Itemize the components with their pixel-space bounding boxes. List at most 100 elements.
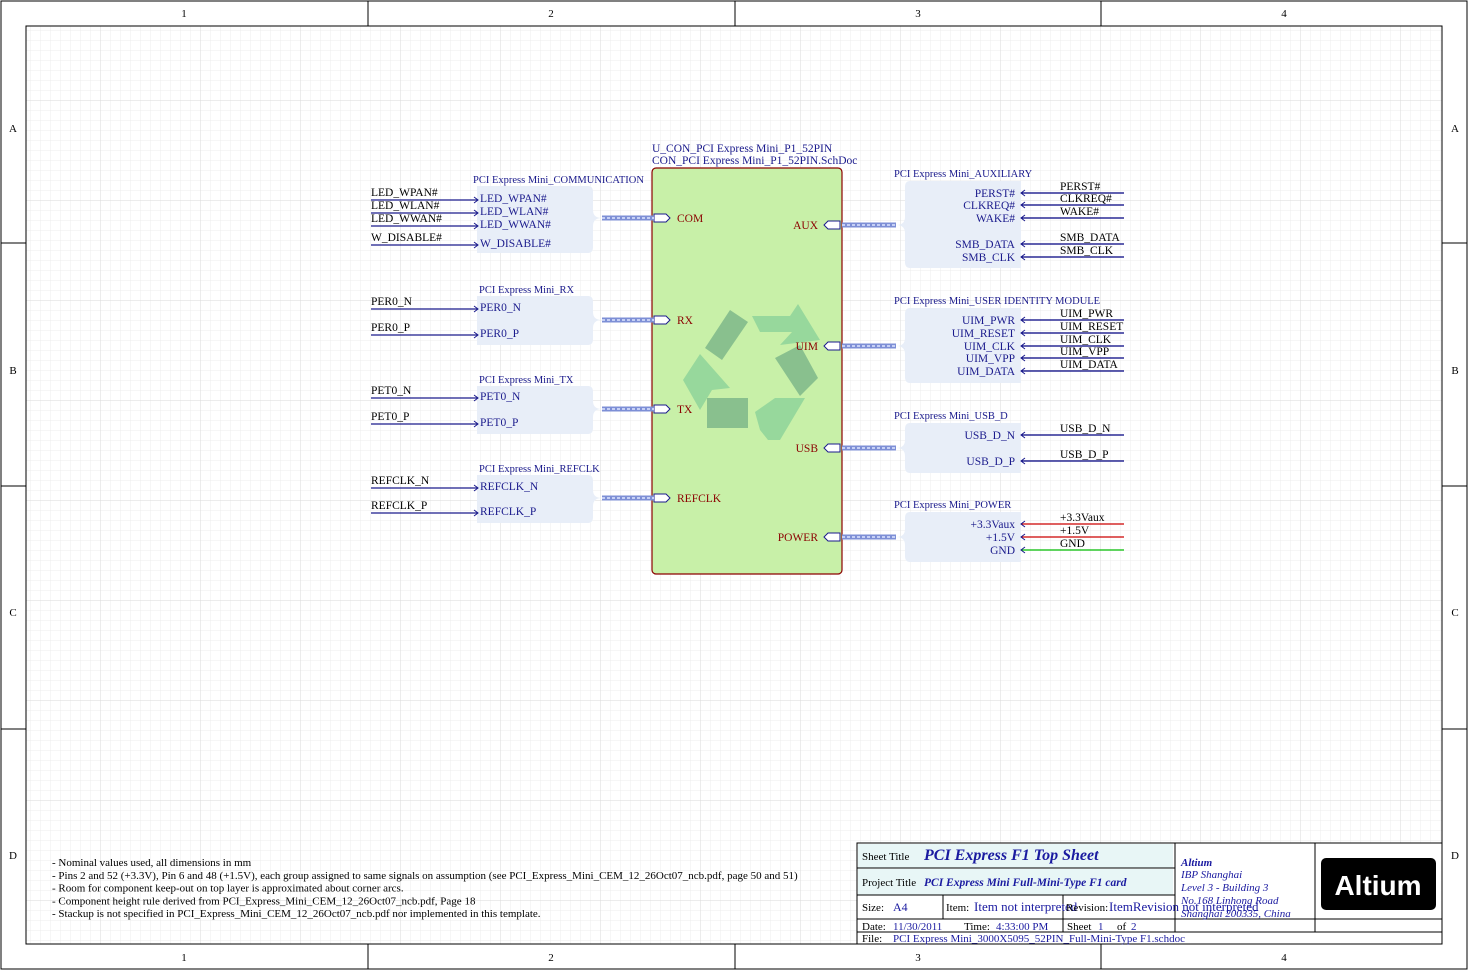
- harness-entry: GND: [990, 545, 1015, 557]
- date-value: 11/30/2011: [893, 921, 942, 933]
- net-label: +1.5V: [1060, 525, 1090, 537]
- design-note: - Component height rule derived from PCI…: [52, 895, 476, 907]
- harness-title: PCI Express Mini_POWER: [894, 500, 1011, 511]
- harness-entry: REFCLK_N: [480, 481, 539, 493]
- sheet-total: 2: [1131, 921, 1137, 933]
- harness-connector-right[interactable]: PCI Express Mini_POWER +3.3Vaux+1.5VGND: [894, 500, 1021, 562]
- row-label-left: D: [9, 850, 17, 862]
- sheet-entry-label: COM: [677, 213, 703, 225]
- sheet-title: PCI Express F1 Top Sheet: [923, 847, 1099, 864]
- harness-connector-right[interactable]: PCI Express Mini_AUXILIARY PERST#CLKREQ#W…: [894, 169, 1033, 268]
- address-line-1: IBP Shanghai: [1180, 869, 1242, 881]
- net-label: PER0_N: [371, 296, 413, 308]
- harness-title: PCI Express Mini_TX: [479, 375, 574, 386]
- project-title: PCI Express Mini Full-Mini-Type F1 card: [924, 877, 1127, 889]
- row-label-right: B: [1451, 365, 1458, 377]
- time-value: 4:33:00 PM: [996, 921, 1048, 933]
- harness-entry: UIM_CLK: [964, 341, 1016, 353]
- design-note: - Room for component keep-out on top lay…: [52, 883, 404, 895]
- harness-title: PCI Express Mini_REFCLK: [479, 464, 600, 475]
- harness-entry: SMB_CLK: [962, 252, 1016, 264]
- harness-connector-right[interactable]: PCI Express Mini_USB_D USB_D_N USB_D_P: [894, 411, 1021, 473]
- harness-title: PCI Express Mini_RX: [479, 285, 575, 296]
- harness-entry: PER0_P: [480, 328, 519, 340]
- net-label: LED_WPAN#: [371, 187, 438, 199]
- column-label-bottom: 1: [181, 952, 187, 964]
- size-label: Size:: [862, 902, 884, 914]
- harness-title: PCI Express Mini_COMMUNICATION: [473, 175, 644, 186]
- row-label-right: A: [1451, 123, 1459, 135]
- time-label: Time:: [964, 921, 990, 933]
- column-label-bottom: 3: [915, 952, 921, 964]
- net-label: USB_D_N: [1060, 423, 1111, 435]
- net-label: SMB_CLK: [1060, 245, 1114, 257]
- net-label: UIM_DATA: [1060, 359, 1119, 371]
- row-label-left: B: [9, 365, 16, 377]
- design-note: - Pins 2 and 52 (+3.3V), Pin 6 and 48 (+…: [52, 870, 798, 882]
- altium-logo-text: Altium: [1334, 870, 1421, 901]
- title-block: Sheet Title PCI Express F1 Top Sheet Pro…: [856, 842, 1443, 945]
- of-label: of: [1117, 921, 1127, 933]
- sheet-entry-label: USB: [796, 443, 819, 455]
- harness-entry: W_DISABLE#: [480, 238, 551, 250]
- column-label-bottom: 4: [1281, 952, 1287, 964]
- item-value: Item not interpreted: [974, 899, 1078, 914]
- row-label-left: C: [9, 607, 16, 619]
- column-label-top: 3: [915, 8, 921, 20]
- net-label: UIM_VPP: [1060, 346, 1109, 358]
- sheet-label: Sheet: [1067, 921, 1091, 933]
- address-line-3: No.168 Linhong Road: [1180, 895, 1279, 907]
- harness-entry: UIM_VPP: [966, 353, 1015, 365]
- net-label: W_DISABLE#: [371, 232, 442, 244]
- sheet-entry-label: UIM: [796, 341, 818, 353]
- harness-entry: CLKREQ#: [963, 200, 1015, 212]
- design-note: - Stackup is not specified in PCI_Expres…: [52, 908, 541, 920]
- address-line-4: Shanghai 200335, China: [1181, 908, 1291, 920]
- column-label-top: 4: [1281, 8, 1287, 20]
- sheet-designator: U_CON_PCI Express Mini_P1_52PIN: [652, 143, 833, 155]
- sheet-number: 1: [1098, 921, 1104, 933]
- net-label: UIM_CLK: [1060, 334, 1112, 346]
- harness-title: PCI Express Mini_USER IDENTITY MODULE: [894, 296, 1100, 307]
- harness-connector-left[interactable]: PCI Express Mini_REFCLK REFCLK_N REFCLK_P: [477, 464, 602, 523]
- harness-entry: UIM_DATA: [957, 366, 1016, 378]
- company-name: Altium: [1180, 857, 1213, 869]
- net-label: REFCLK_P: [371, 500, 427, 512]
- sheet-entry-label: REFCLK: [677, 493, 722, 505]
- net-label: PERST#: [1060, 181, 1101, 193]
- harness-title: PCI Express Mini_AUXILIARY: [894, 169, 1033, 180]
- harness-entry: UIM_RESET: [952, 328, 1015, 340]
- harness-entry: UIM_PWR: [962, 315, 1015, 327]
- sheet-entry-label: TX: [677, 404, 693, 416]
- sheet-symbol[interactable]: U_CON_PCI Express Mini_P1_52PIN CON_PCI …: [651, 143, 857, 575]
- net-label: GND: [1060, 538, 1085, 550]
- net-label: UIM_PWR: [1060, 308, 1113, 320]
- net-label: PET0_P: [371, 411, 409, 423]
- file-label: File:: [862, 933, 882, 945]
- harness-entry: REFCLK_P: [480, 506, 536, 518]
- sheet-entry-label: POWER: [778, 532, 819, 544]
- item-label: Item:: [946, 902, 969, 914]
- sheet-filename: CON_PCI Express Mini_P1_52PIN.SchDoc: [652, 155, 857, 167]
- harness-entry: PET0_P: [480, 417, 518, 429]
- net-label: PET0_N: [371, 385, 412, 397]
- net-label: LED_WWAN#: [371, 213, 442, 225]
- net-label: CLKREQ#: [1060, 193, 1112, 205]
- net-label: REFCLK_N: [371, 475, 430, 487]
- net-label: UIM_RESET: [1060, 321, 1123, 333]
- column-label-bottom: 2: [548, 952, 554, 964]
- date-label: Date:: [862, 921, 886, 933]
- harness-entry: USB_D_N: [965, 430, 1016, 442]
- sheet-entry-label: AUX: [793, 220, 819, 232]
- row-label-left: A: [9, 123, 17, 135]
- sheet-title-label: Sheet Title: [862, 851, 909, 863]
- column-label-top: 1: [181, 8, 187, 20]
- harness-entry: LED_WLAN#: [480, 206, 549, 218]
- harness-title: PCI Express Mini_USB_D: [894, 411, 1008, 422]
- harness-entry: PET0_N: [480, 391, 521, 403]
- harness-entry: LED_WWAN#: [480, 219, 551, 231]
- project-title-label: Project Title: [862, 877, 916, 889]
- row-label-right: D: [1451, 850, 1459, 862]
- sheet-entry-label: RX: [677, 315, 694, 327]
- harness-entry: LED_WPAN#: [480, 193, 547, 205]
